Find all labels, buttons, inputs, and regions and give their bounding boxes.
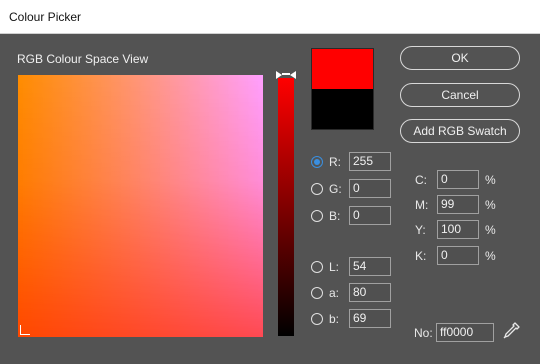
colour-picker-dialog: RGB Colour Space View OK Cancel Add RGB … bbox=[0, 34, 540, 364]
label-l: L: bbox=[329, 260, 340, 274]
label-a: a: bbox=[329, 286, 340, 300]
radio-l[interactable] bbox=[311, 261, 323, 273]
window-title: Colour Picker bbox=[9, 10, 82, 24]
input-k[interactable]: 0 bbox=[437, 246, 479, 265]
input-lab-b[interactable]: 69 bbox=[349, 309, 391, 328]
input-b[interactable]: 0 bbox=[349, 206, 391, 225]
add-rgb-swatch-button[interactable]: Add RGB Swatch bbox=[400, 119, 520, 143]
input-m[interactable]: 99 bbox=[437, 195, 479, 214]
title-bar: Colour Picker bbox=[0, 0, 540, 34]
label-c: C: bbox=[415, 173, 427, 187]
radio-r[interactable] bbox=[311, 156, 323, 168]
radio-a[interactable] bbox=[311, 287, 323, 299]
colour-slider[interactable] bbox=[278, 78, 294, 336]
cancel-button[interactable]: Cancel bbox=[400, 83, 520, 107]
input-g[interactable]: 0 bbox=[349, 179, 391, 198]
unit-y: % bbox=[485, 223, 496, 237]
colour-field[interactable] bbox=[18, 75, 263, 337]
ok-button[interactable]: OK bbox=[400, 46, 520, 70]
hex-input[interactable]: ff0000 bbox=[436, 323, 494, 342]
label-g: G: bbox=[329, 182, 342, 196]
unit-c: % bbox=[485, 173, 496, 187]
current-colour-swatch[interactable] bbox=[312, 89, 373, 129]
input-r[interactable]: 255 bbox=[349, 152, 391, 171]
eyedropper-icon[interactable] bbox=[501, 321, 521, 341]
label-b: B: bbox=[329, 209, 341, 223]
unit-m: % bbox=[485, 198, 496, 212]
radio-b[interactable] bbox=[311, 210, 323, 222]
label-m: M: bbox=[415, 198, 429, 212]
new-colour-swatch bbox=[312, 49, 373, 89]
label-k: K: bbox=[415, 249, 427, 263]
hex-label: No: bbox=[414, 326, 433, 340]
input-a[interactable]: 80 bbox=[349, 283, 391, 302]
input-l[interactable]: 54 bbox=[349, 257, 391, 276]
input-y[interactable]: 100 bbox=[437, 220, 479, 239]
label-r: R: bbox=[329, 155, 341, 169]
unit-k: % bbox=[485, 249, 496, 263]
colour-space-view-label: RGB Colour Space View bbox=[17, 52, 149, 66]
radio-lab-b[interactable] bbox=[311, 313, 323, 325]
slider-handle[interactable] bbox=[276, 70, 296, 80]
input-c[interactable]: 0 bbox=[437, 170, 479, 189]
colour-field-cursor[interactable] bbox=[20, 325, 30, 335]
colour-preview-swatch bbox=[311, 48, 374, 130]
label-y: Y: bbox=[415, 223, 426, 237]
label-lab-b: b: bbox=[329, 312, 340, 326]
radio-g[interactable] bbox=[311, 183, 323, 195]
